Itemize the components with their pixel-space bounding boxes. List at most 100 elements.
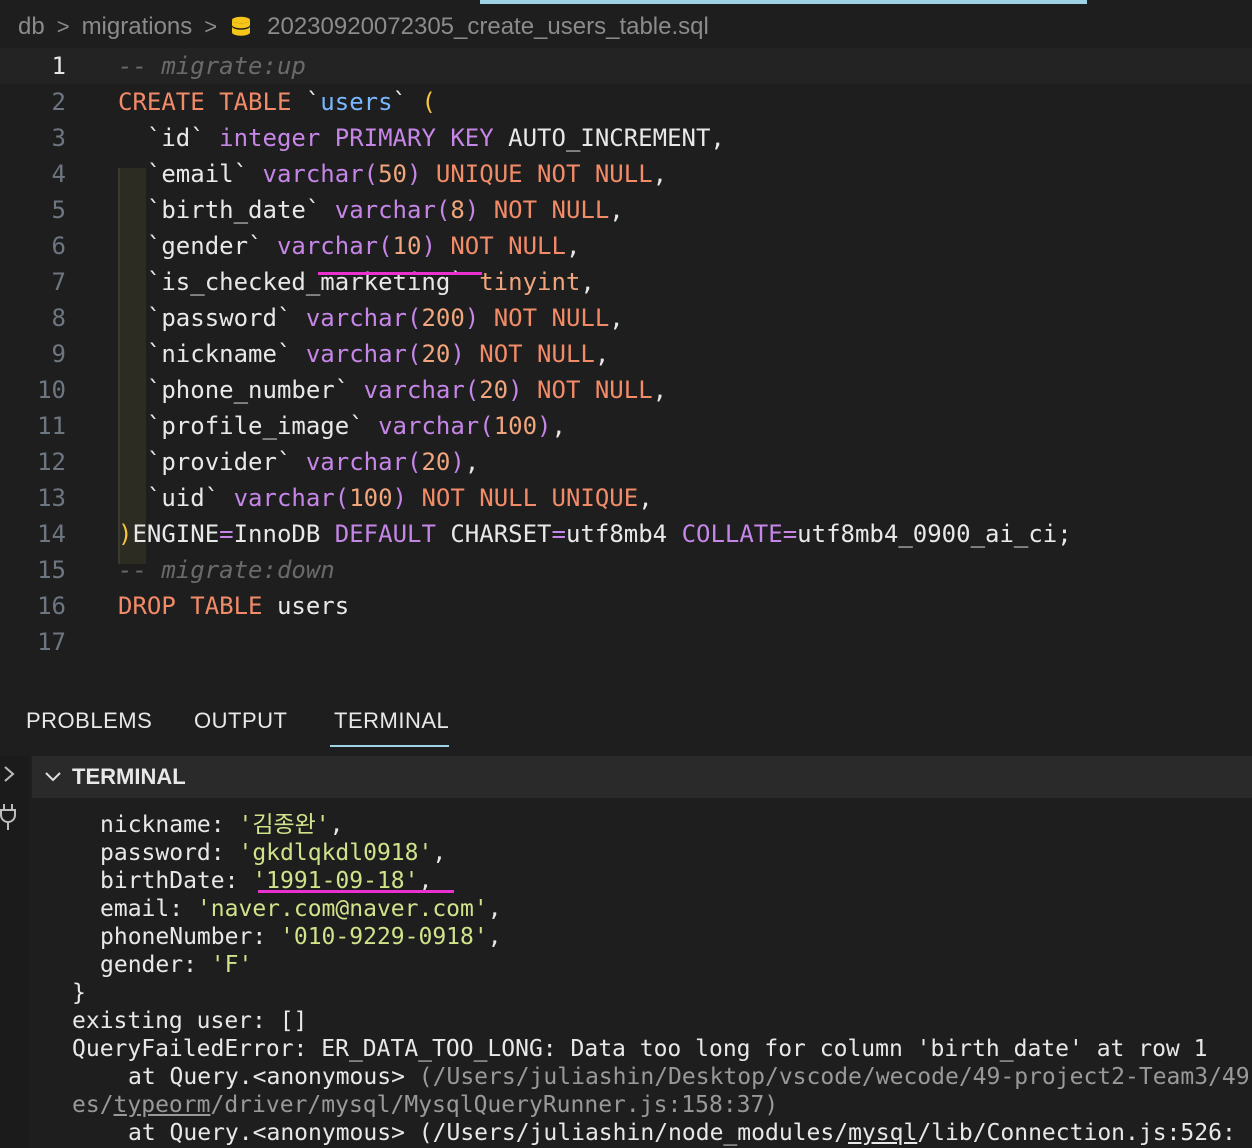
chevron-down-icon[interactable] [44, 770, 62, 784]
code-token: = [782, 520, 798, 548]
code-text: CREATE TABLE `users` ( [118, 84, 436, 120]
code-token: 50 [378, 160, 407, 188]
code-token: , [638, 484, 653, 512]
code-editor[interactable]: 1 -- migrate:up 2 CREATE TABLE `users` (3 `… [0, 48, 1252, 660]
code-line[interactable]: 5 `birth_date` varchar(8) NOT NULL, [0, 192, 1252, 228]
tab-output[interactable]: OUTPUT [194, 708, 287, 734]
terminal-token: '010-9229-0918' [280, 924, 488, 950]
tab-problems[interactable]: PROBLEMS [26, 708, 152, 734]
breadcrumb-separator: > [56, 14, 70, 39]
code-token: varchar( [233, 484, 350, 512]
code-token: ( [421, 88, 436, 116]
code-token: integer [219, 124, 335, 152]
code-token: AUTO_INCREMENT, [508, 124, 725, 152]
code-token: , [594, 340, 610, 368]
code-line[interactable]: 11 `profile_image` varchar(100), [0, 408, 1252, 444]
code-token: , [551, 412, 566, 440]
code-token: `id` [118, 124, 220, 152]
code-text: `password` varchar(200) NOT NULL, [118, 300, 624, 336]
breadcrumb: db > migrations > 20230920072305_create_… [0, 10, 1252, 44]
code-line[interactable]: 2 CREATE TABLE `users` ( [0, 84, 1252, 120]
code-line[interactable]: 9 `nickname` varchar(20) NOT NULL, [0, 336, 1252, 372]
code-text: `id` integer PRIMARY KEY AUTO_INCREMENT, [118, 120, 725, 156]
code-token: 20 [479, 376, 509, 404]
code-token: ` [305, 88, 321, 116]
code-token: utf8mb4 [565, 520, 682, 548]
code-line[interactable]: 16 DROP TABLE users [0, 588, 1252, 624]
terminal-token: at Query.<anonymous> [128, 1064, 419, 1090]
code-line[interactable]: 13 `uid` varchar(100) NOT NULL UNIQUE, [0, 480, 1252, 516]
code-line[interactable]: 1 -- migrate:up [0, 48, 1252, 84]
code-line[interactable]: 8 `password` varchar(200) NOT NULL, [0, 300, 1252, 336]
terminal-line: at Query.<anonymous> (/Users/juliashin/D… [128, 1063, 1250, 1091]
chevron-right-icon[interactable] [2, 764, 16, 788]
code-text: `email` varchar(50) UNIQUE NOT NULL, [118, 156, 667, 192]
terminal-token: /lib/Connection.js:526: [917, 1120, 1236, 1146]
code-token: COLLATE [681, 520, 783, 548]
terminal-token: email: [100, 896, 197, 922]
terminal-token: password: [100, 840, 239, 866]
line-number: 4 [51, 160, 66, 188]
code-token: 10 [392, 232, 422, 260]
code-line[interactable]: 15 -- migrate:down [0, 552, 1252, 588]
code-token: CHARSET [450, 520, 552, 548]
code-token: varchar( [334, 196, 451, 224]
terminal-line: password: 'gkdlqkdl0918', [100, 839, 446, 867]
line-number: 5 [51, 196, 66, 224]
terminal-token: phoneNumber: [100, 924, 281, 950]
terminal-token: , [432, 840, 447, 866]
code-token: `gender` [118, 232, 277, 260]
terminal-token: gender: [100, 952, 211, 978]
breadcrumb-item-file[interactable]: 20230920072305_create_users_table.sql [267, 13, 709, 41]
code-token: , [652, 160, 668, 188]
code-token: DROP TABLE [118, 592, 277, 620]
code-line[interactable]: 10 `phone_number` varchar(20) NOT NULL, [0, 372, 1252, 408]
terminal-line: existing user: [] [72, 1007, 307, 1035]
code-line[interactable]: 3 `id` integer PRIMARY KEY AUTO_INCREMEN… [0, 120, 1252, 156]
code-token: `nickname` [118, 340, 306, 368]
code-line[interactable]: 7 `is_checked_marketing` tinyint, [0, 264, 1252, 300]
code-token: `birth_date` [118, 196, 335, 224]
code-token: 100 [493, 412, 538, 440]
terminal-token: , [329, 812, 344, 838]
terminal-token: birthDate: [100, 868, 253, 894]
terminal-section-header[interactable]: TERMINAL [32, 756, 1252, 798]
code-token: = [219, 520, 234, 548]
code-line[interactable]: 14)ENGINE=InnoDB DEFAULT CHARSET=utf8mb4… [0, 516, 1252, 552]
plug-icon[interactable] [0, 802, 20, 836]
terminal-line: nickname: '김종완', [100, 811, 344, 839]
database-icon [229, 15, 253, 39]
code-text: `birth_date` varchar(8) NOT NULL, [118, 192, 624, 228]
code-token: UNIQUE NOT NULL [435, 160, 653, 188]
code-token: , [565, 232, 581, 260]
code-text: `profile_image` varchar(100), [118, 408, 566, 444]
breadcrumb-item-migrations[interactable]: migrations [82, 13, 193, 41]
code-token: DEFAULT [334, 520, 451, 548]
code-text: `provider` varchar(20), [118, 444, 479, 480]
terminal-token: QueryFailedError: ER_DATA_TOO_LONG: Data… [72, 1036, 1208, 1062]
code-token: 100 [349, 484, 393, 512]
terminal-token: '김종완' [238, 812, 330, 838]
code-token: users [276, 592, 350, 620]
code-line[interactable]: 12 `provider` varchar(20), [0, 444, 1252, 480]
terminal-output[interactable]: nickname: '김종완', password: 'gkdlqkdl0918'… [32, 798, 1252, 1148]
code-line[interactable]: 4 `email` varchar(50) UNIQUE NOT NULL, [0, 156, 1252, 192]
code-token: ) [450, 340, 480, 368]
breadcrumb-item-db[interactable]: db [18, 13, 45, 41]
code-line[interactable]: 6 `gender` varchar(10) NOT NULL, [0, 228, 1252, 264]
tab-terminal[interactable]: TERMINAL [334, 708, 449, 734]
code-text: DROP TABLE users [118, 588, 349, 624]
code-text: -- migrate:up [118, 48, 306, 84]
code-token: ) [407, 160, 436, 188]
code-token: ) [421, 232, 451, 260]
code-line[interactable]: 17 [0, 624, 1252, 660]
terminal-token: , [487, 924, 502, 950]
terminal-line: gender: 'F' [100, 951, 252, 979]
terminal-token: nickname: [100, 812, 239, 838]
code-token: , [580, 268, 595, 296]
active-tab-indicator [330, 745, 449, 747]
code-token: , [652, 376, 668, 404]
code-token: , [464, 448, 480, 476]
line-number: 1 [51, 52, 66, 80]
terminal-token: (/Users/juliashin/Desktop/vscode/wecode/… [418, 1064, 1250, 1090]
